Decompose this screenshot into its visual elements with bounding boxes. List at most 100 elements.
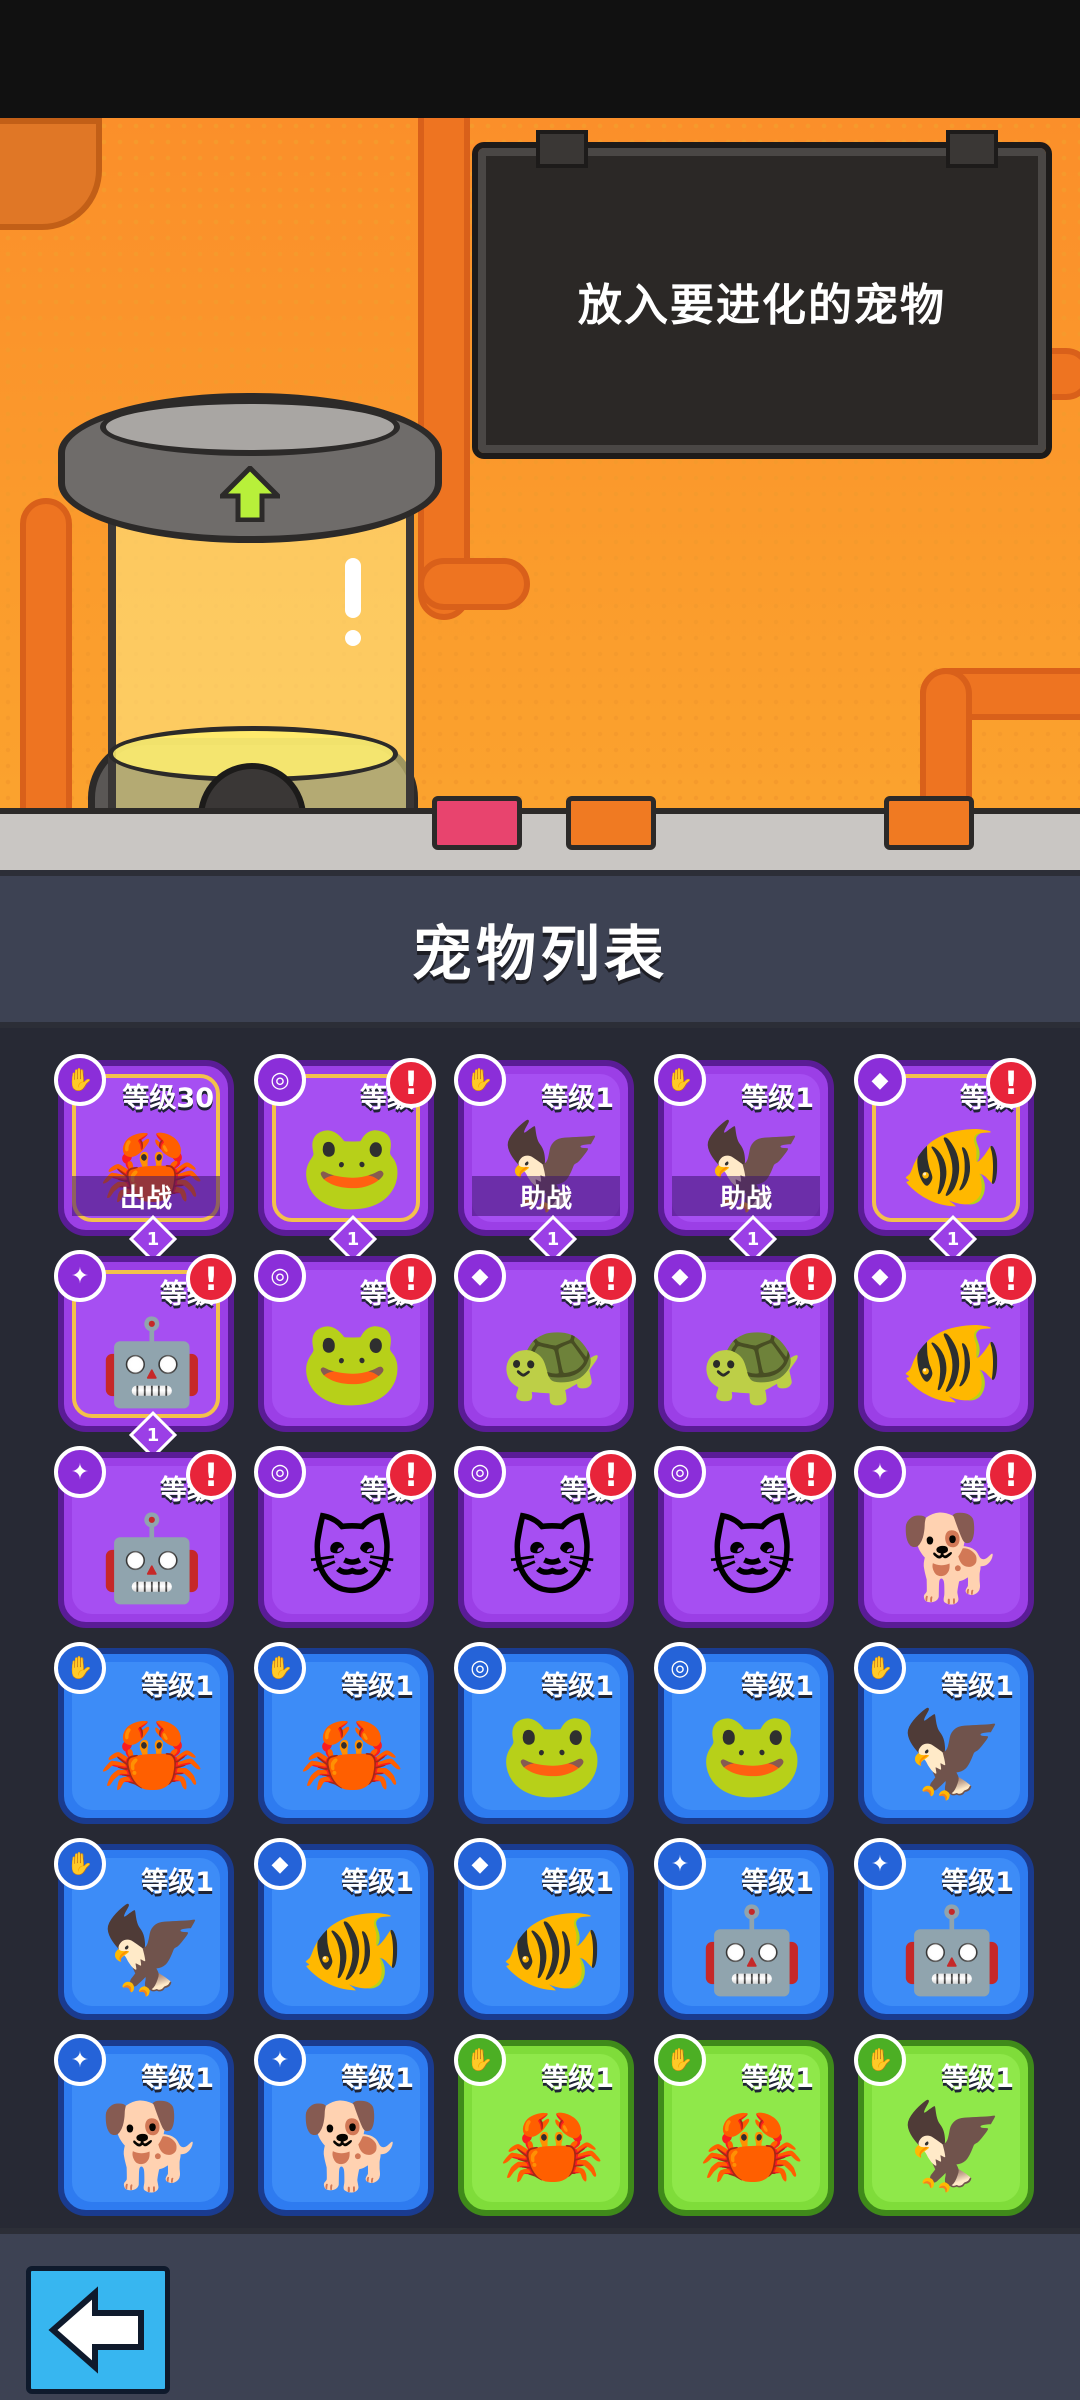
pet-card[interactable]: 🦀 ✋ 等级1 <box>54 1642 234 1824</box>
shell-icon: ◆ <box>254 1838 306 1890</box>
pet-level: 等级1 <box>541 1083 614 1114</box>
frog-icon: 🐸 <box>299 1312 405 1411</box>
pet-card[interactable]: 🤖 ✦ 等级 ! <box>54 1446 236 1628</box>
alert-icon: ! <box>586 1450 636 1500</box>
turtle-icon: 🐢 <box>699 1312 805 1411</box>
capsule-lid-top <box>100 398 400 456</box>
evolution-scene: 放入要进化的宠物 <box>0 118 1080 870</box>
alert-icon: ! <box>786 1450 836 1500</box>
eagle-icon: 🦅 <box>99 1900 205 1999</box>
robot-icon: 🤖 <box>699 1900 805 1999</box>
pet-level: 等级1 <box>341 2063 414 2094</box>
pet-level: 等级1 <box>741 1083 814 1114</box>
pet-card[interactable]: 🐕 ✦ 等级1 <box>54 2034 234 2216</box>
frog-icon: 🐸 <box>499 1704 605 1803</box>
pet-card[interactable]: 🐢 ◆ 等级 ! <box>654 1250 836 1432</box>
pet-card[interactable]: 🐸 ◎ 等级 1 ! <box>254 1054 436 1264</box>
crab-icon: 🦀 <box>99 1704 205 1803</box>
star-rank: 1 <box>146 1424 160 1446</box>
claw-icon: ✋ <box>654 2034 706 2086</box>
pipe <box>418 118 470 620</box>
pet-level: 等级1 <box>141 2063 214 2094</box>
alert-icon: ! <box>386 1058 436 1108</box>
claw-icon: ✋ <box>254 1642 306 1694</box>
coin-icon: ◎ <box>654 1446 706 1498</box>
pet-level: 等级1 <box>741 2063 814 2094</box>
pet-level: 等级1 <box>541 2063 614 2094</box>
pet-card[interactable]: 🐠 ◆ 等级1 <box>254 1838 434 2020</box>
goldfish-icon: 🐠 <box>499 1900 605 1999</box>
paw-icon: ✦ <box>54 2034 106 2086</box>
cat-icon: 🐱 <box>708 1509 796 1607</box>
crab-icon: 🦀 <box>499 2096 605 2195</box>
paw-icon: ✦ <box>854 1838 906 1890</box>
pet-card[interactable]: 🦅 ✋ 等级1 助战 1 <box>454 1054 634 1264</box>
frog-icon: 🐸 <box>699 1704 805 1803</box>
pet-card[interactable]: 🦀 ✋ 等级1 <box>454 2034 634 2216</box>
pet-card[interactable]: 🤖 ✦ 等级1 <box>854 1838 1034 2020</box>
pet-card[interactable]: 🐱 ◎ 等级 ! <box>654 1446 836 1628</box>
pet-card[interactable]: 🦅 ✋ 等级1 <box>54 1838 234 2020</box>
claw-icon: ✋ <box>454 2034 506 2086</box>
pet-list-header: 宠物列表 <box>0 870 1080 1028</box>
pet-level: 等级1 <box>941 1867 1014 1898</box>
pet-card[interactable]: 🐱 ◎ 等级 ! <box>454 1446 636 1628</box>
pet-card[interactable]: 🦀 ✋ 等级30 出战 1 <box>54 1054 234 1264</box>
goldfish-icon: 🐠 <box>899 1116 1005 1215</box>
glass-highlight <box>345 630 361 646</box>
pet-card[interactable]: 🐠 ◆ 等级 ! <box>854 1250 1036 1432</box>
back-button[interactable] <box>26 2266 170 2394</box>
pet-level: 等级1 <box>341 1867 414 1898</box>
coin-icon: ◎ <box>254 1250 306 1302</box>
pet-card[interactable]: 🦅 ✋ 等级1 助战 1 <box>654 1054 834 1264</box>
pet-level: 等级1 <box>941 2063 1014 2094</box>
pet-role-label: 出战 <box>72 1176 220 1216</box>
turtle-icon: 🐢 <box>499 1312 605 1411</box>
coin-icon: ◎ <box>454 1642 506 1694</box>
cat-icon: 🐱 <box>308 1509 396 1607</box>
pet-card[interactable]: 🦅 ✋ 等级1 <box>854 1642 1034 1824</box>
pet-level: 等级1 <box>541 1867 614 1898</box>
claw-icon: ✋ <box>654 1054 706 1106</box>
shell-icon: ◆ <box>854 1250 906 1302</box>
instruction-text: 放入要进化的宠物 <box>578 279 946 331</box>
coin-icon: ◎ <box>454 1446 506 1498</box>
pet-card[interactable]: 🐢 ◆ 等级 ! <box>454 1250 636 1432</box>
eagle-icon: 🦅 <box>899 2096 1005 2195</box>
pet-card[interactable]: 🐸 ◎ 等级1 <box>454 1642 634 1824</box>
pet-card[interactable]: 🐕 ✦ 等级1 <box>254 2034 434 2216</box>
goldfish-icon: 🐠 <box>899 1312 1005 1411</box>
pet-card[interactable]: 🐸 ◎ 等级1 <box>654 1642 834 1824</box>
pet-card[interactable]: 🦅 ✋ 等级1 <box>854 2034 1034 2216</box>
star-rank: 1 <box>746 1228 760 1250</box>
pet-card[interactable]: 🐕 ✦ 等级 ! <box>854 1446 1036 1628</box>
goldfish-icon: 🐠 <box>299 1900 405 1999</box>
pet-card[interactable]: 🐸 ◎ 等级 ! <box>254 1250 436 1432</box>
pet-card[interactable]: 🐠 ◆ 等级1 <box>454 1838 634 2020</box>
robot-icon: 🤖 <box>99 1312 205 1411</box>
dog-icon: 🐕 <box>899 1508 1005 1607</box>
claw-icon: ✋ <box>54 1642 106 1694</box>
pet-card[interactable]: 🤖 ✦ 等级1 <box>654 1838 834 2020</box>
pet-card[interactable]: 🐱 ◎ 等级 ! <box>254 1446 436 1628</box>
alert-icon: ! <box>986 1254 1036 1304</box>
pet-level: 等级30 <box>122 1083 214 1114</box>
pet-level: 等级1 <box>741 1867 814 1898</box>
star-rank: 1 <box>946 1228 960 1250</box>
shell-icon: ◆ <box>654 1250 706 1302</box>
crane-icon <box>0 118 102 230</box>
paw-icon: ✦ <box>54 1446 106 1498</box>
pet-card[interactable]: 🦀 ✋ 等级1 <box>254 1642 434 1824</box>
crab-icon: 🦀 <box>299 1704 405 1803</box>
orange-pad <box>566 796 656 850</box>
coin-icon: ◎ <box>654 1642 706 1694</box>
pet-card[interactable]: 🤖 ✦ 等级 1 ! <box>54 1250 236 1460</box>
cat-icon: 🐱 <box>508 1509 596 1607</box>
alert-icon: ! <box>986 1450 1036 1500</box>
pet-role-label: 助战 <box>672 1176 820 1216</box>
frog-icon: 🐸 <box>299 1116 405 1215</box>
pet-level: 等级1 <box>141 1867 214 1898</box>
claw-icon: ✋ <box>854 1642 906 1694</box>
pet-card[interactable]: 🐠 ◆ 等级 1 ! <box>854 1054 1036 1264</box>
pet-card[interactable]: 🦀 ✋ 等级1 <box>654 2034 834 2216</box>
